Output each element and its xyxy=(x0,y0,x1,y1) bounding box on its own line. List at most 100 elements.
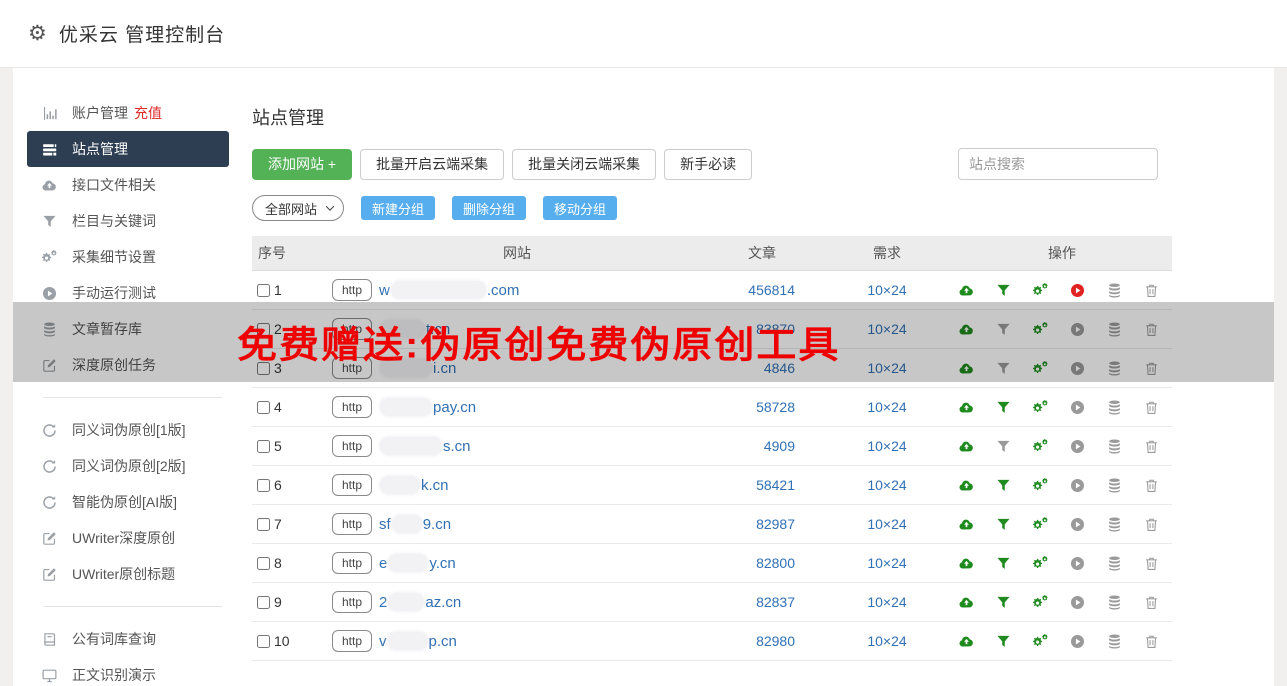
site-link[interactable]: sf 9.cn xyxy=(379,515,451,533)
storage-icon[interactable] xyxy=(1106,438,1123,455)
run-icon[interactable] xyxy=(1069,438,1086,455)
site-search-input[interactable] xyxy=(958,148,1158,180)
row-checkbox[interactable] xyxy=(257,634,270,648)
article-count-link[interactable]: 82987 xyxy=(756,516,795,532)
cloud-collect-icon[interactable] xyxy=(958,399,975,416)
settings-gears-icon[interactable] xyxy=(1032,633,1049,650)
http-protocol-chip[interactable]: http xyxy=(332,435,373,457)
trash-icon[interactable] xyxy=(1143,477,1160,494)
settings-gears-icon[interactable] xyxy=(1032,438,1049,455)
site-link[interactable]: t.cn xyxy=(379,320,450,338)
storage-icon[interactable] xyxy=(1106,360,1123,377)
cloud-collect-icon[interactable] xyxy=(958,555,975,572)
sidebar-item-同义词伪原创[1版][interactable]: 同义词伪原创[1版] xyxy=(27,412,229,448)
row-checkbox[interactable] xyxy=(257,361,270,375)
filter-icon[interactable] xyxy=(995,633,1012,650)
run-icon[interactable] xyxy=(1069,282,1086,299)
sidebar-item-站点管理[interactable]: 站点管理 xyxy=(27,131,229,167)
article-count-link[interactable]: 4909 xyxy=(764,438,795,454)
cloud-collect-icon[interactable] xyxy=(958,633,975,650)
trash-icon[interactable] xyxy=(1143,633,1160,650)
sidebar-item-接口文件相关[interactable]: 接口文件相关 xyxy=(27,167,229,203)
storage-icon[interactable] xyxy=(1106,399,1123,416)
sidebar-item-账户管理[interactable]: 账户管理 充值 xyxy=(27,95,229,131)
run-icon[interactable] xyxy=(1069,594,1086,611)
cloud-collect-icon[interactable] xyxy=(958,282,975,299)
row-checkbox[interactable] xyxy=(257,439,270,453)
storage-icon[interactable] xyxy=(1106,477,1123,494)
run-icon[interactable] xyxy=(1069,555,1086,572)
storage-icon[interactable] xyxy=(1106,594,1123,611)
site-link[interactable]: pay.cn xyxy=(379,398,476,416)
batch-open-collect-button[interactable]: 批量开启云端采集 xyxy=(360,148,505,180)
sidebar-item-智能伪原创[AI版][interactable]: 智能伪原创[AI版] xyxy=(27,484,229,520)
sidebar-item-UWriter深度原创[interactable]: UWriter深度原创 xyxy=(27,520,229,556)
run-icon[interactable] xyxy=(1069,399,1086,416)
demand-link[interactable]: 10×24 xyxy=(867,594,906,610)
http-protocol-chip[interactable]: http xyxy=(332,552,373,574)
trash-icon[interactable] xyxy=(1143,399,1160,416)
sidebar-item-深度原创任务[interactable]: 深度原创任务 xyxy=(27,347,229,383)
trash-icon[interactable] xyxy=(1143,321,1160,338)
run-icon[interactable] xyxy=(1069,516,1086,533)
trash-icon[interactable] xyxy=(1143,555,1160,572)
article-count-link[interactable]: 58421 xyxy=(756,477,795,493)
filter-icon[interactable] xyxy=(995,321,1012,338)
article-count-link[interactable]: 456814 xyxy=(748,282,795,298)
filter-icon[interactable] xyxy=(995,477,1012,494)
batch-close-collect-button[interactable]: 批量关闭云端采集 xyxy=(512,148,657,180)
http-protocol-chip[interactable]: http xyxy=(332,474,373,496)
sidebar-item-同义词伪原创[2版][interactable]: 同义词伪原创[2版] xyxy=(27,448,229,484)
storage-icon[interactable] xyxy=(1106,282,1123,299)
filter-icon[interactable] xyxy=(995,555,1012,572)
article-count-link[interactable]: 82800 xyxy=(756,555,795,571)
demand-link[interactable]: 10×24 xyxy=(867,516,906,532)
delete-group-button[interactable]: 删除分组 xyxy=(452,196,527,220)
demand-link[interactable]: 10×24 xyxy=(867,477,906,493)
sidebar-item-UWriter原创标题[interactable]: UWriter原创标题 xyxy=(27,556,229,592)
demand-link[interactable]: 10×24 xyxy=(867,438,906,454)
trash-icon[interactable] xyxy=(1143,438,1160,455)
storage-icon[interactable] xyxy=(1106,633,1123,650)
demand-link[interactable]: 10×24 xyxy=(867,555,906,571)
sidebar-item-采集细节设置[interactable]: 采集细节设置 xyxy=(27,239,229,275)
storage-icon[interactable] xyxy=(1106,321,1123,338)
settings-gears-icon[interactable] xyxy=(1032,399,1049,416)
settings-gears-icon[interactable] xyxy=(1032,360,1049,377)
http-protocol-chip[interactable]: http xyxy=(332,279,373,301)
row-checkbox[interactable] xyxy=(257,478,270,492)
sidebar-item-手动运行测试[interactable]: 手动运行测试 xyxy=(27,275,229,311)
cloud-collect-icon[interactable] xyxy=(958,321,975,338)
settings-gears-icon[interactable] xyxy=(1032,282,1049,299)
run-icon[interactable] xyxy=(1069,633,1086,650)
http-protocol-chip[interactable]: http xyxy=(332,630,373,652)
settings-gears-icon[interactable] xyxy=(1032,321,1049,338)
add-site-button[interactable]: 添加网站 + xyxy=(252,148,353,180)
sidebar-item-栏目与关键词[interactable]: 栏目与关键词 xyxy=(27,203,229,239)
site-link[interactable]: v p.cn xyxy=(379,632,457,650)
row-checkbox[interactable] xyxy=(257,283,270,297)
row-checkbox[interactable] xyxy=(257,556,270,570)
new-group-button[interactable]: 新建分组 xyxy=(361,196,436,220)
sidebar-item-正文识别演示[interactable]: 正文识别演示 xyxy=(27,657,229,686)
article-count-link[interactable]: 4846 xyxy=(764,360,795,376)
site-link[interactable]: k.cn xyxy=(379,476,449,494)
cloud-collect-icon[interactable] xyxy=(958,594,975,611)
filter-icon[interactable] xyxy=(995,282,1012,299)
run-icon[interactable] xyxy=(1069,477,1086,494)
storage-icon[interactable] xyxy=(1106,516,1123,533)
trash-icon[interactable] xyxy=(1143,594,1160,611)
settings-gears-icon[interactable] xyxy=(1032,516,1049,533)
http-protocol-chip[interactable]: http xyxy=(332,513,373,535)
trash-icon[interactable] xyxy=(1143,360,1160,377)
settings-gears-icon[interactable] xyxy=(1032,594,1049,611)
article-count-link[interactable]: 58728 xyxy=(756,399,795,415)
move-group-button[interactable]: 移动分组 xyxy=(543,196,618,220)
site-link[interactable]: e y.cn xyxy=(379,554,456,572)
filter-icon[interactable] xyxy=(995,516,1012,533)
article-count-link[interactable]: 82980 xyxy=(756,633,795,649)
article-count-link[interactable]: 83870 xyxy=(756,321,795,337)
storage-icon[interactable] xyxy=(1106,555,1123,572)
row-checkbox[interactable] xyxy=(257,517,270,531)
http-protocol-chip[interactable]: http xyxy=(332,318,373,340)
